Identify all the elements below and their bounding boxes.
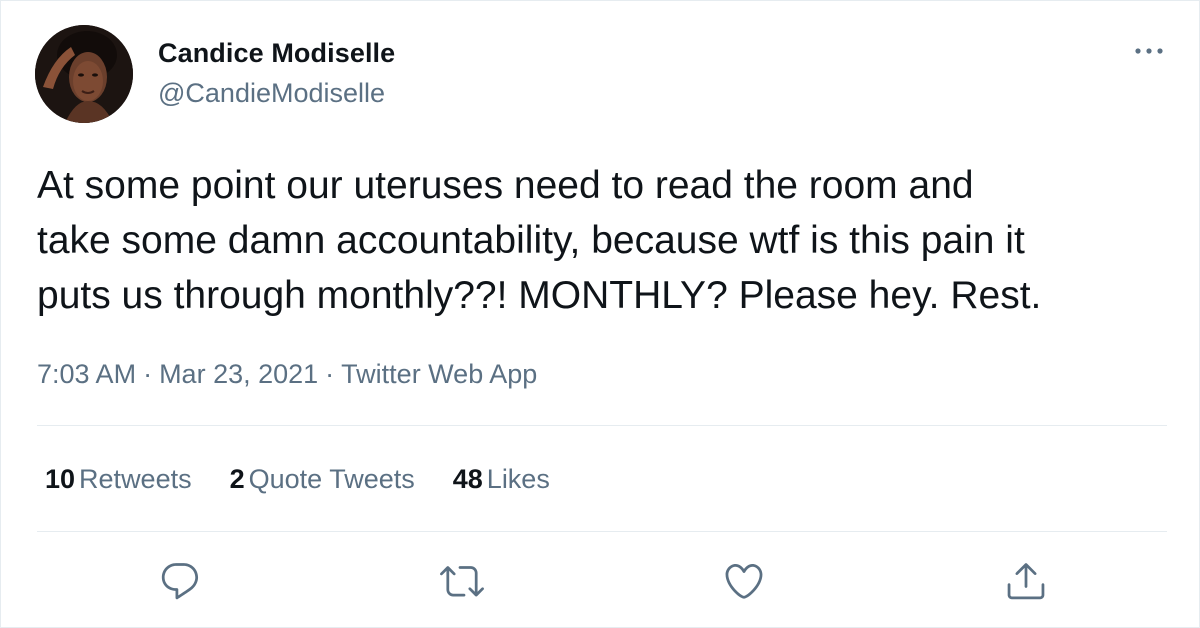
likes-count: 48 (452, 464, 483, 494)
likes-label: Likes (486, 464, 550, 494)
retweet-icon (440, 566, 484, 597)
tweet-text-line: At some point our uteruses need to read … (37, 164, 974, 207)
tweet-metadata: 7:03 AM · Mar 23, 2021 · Twitter Web App (37, 359, 537, 390)
like-button[interactable] (722, 559, 766, 603)
avatar-photo (35, 25, 133, 123)
share-button[interactable] (1004, 559, 1048, 603)
tweet-text: At some point our uteruses need to read … (37, 158, 1177, 323)
quote-tweets-stat[interactable]: 2 Quote Tweets (230, 464, 415, 495)
heart-icon (725, 563, 763, 599)
engagement-stats: 10 Retweets 2 Quote Tweets 48 Likes (45, 464, 588, 495)
likes-stat[interactable]: 48 Likes (453, 464, 550, 495)
author-handle[interactable]: @CandieModiselle (158, 78, 385, 109)
meta-separator: · (325, 359, 335, 389)
tweet-source[interactable]: Twitter Web App (341, 359, 537, 389)
retweets-stat[interactable]: 10 Retweets (45, 464, 192, 495)
author-display-name[interactable]: Candice Modiselle (158, 38, 395, 69)
meta-separator: · (143, 359, 153, 389)
retweets-count: 10 (45, 464, 76, 494)
retweet-button[interactable] (440, 559, 484, 603)
tweet-text-line: puts us through monthly??! MONTHLY? Plea… (37, 274, 1042, 317)
share-icon (1007, 563, 1045, 600)
more-horizontal-icon (1135, 48, 1163, 54)
divider (37, 425, 1167, 426)
reply-icon (161, 563, 199, 600)
tweet-time[interactable]: 7:03 AM (37, 359, 136, 389)
avatar[interactable] (35, 25, 133, 123)
tweet-card: Candice Modiselle @CandieModiselle At so… (0, 0, 1200, 628)
retweets-label: Retweets (79, 464, 192, 494)
reply-button[interactable] (158, 559, 202, 603)
tweet-text-line: take some damn accountability, because w… (37, 219, 1025, 262)
quote-tweets-label: Quote Tweets (248, 464, 415, 494)
quote-tweets-count: 2 (229, 464, 245, 494)
more-options-button[interactable] (1129, 39, 1169, 63)
divider (37, 531, 1167, 532)
tweet-date[interactable]: Mar 23, 2021 (159, 359, 318, 389)
